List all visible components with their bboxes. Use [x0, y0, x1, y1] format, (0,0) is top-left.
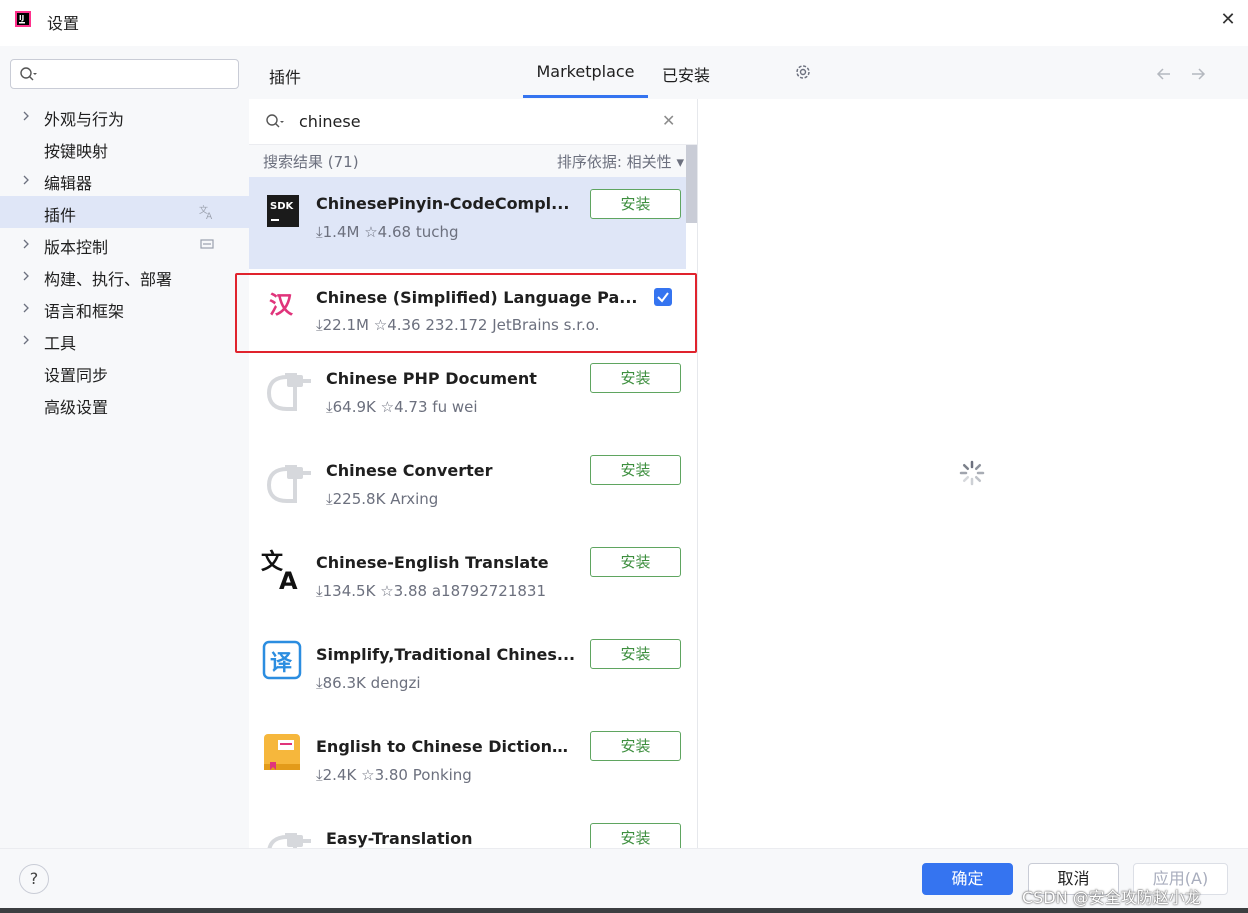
- loading-spinner-icon: [959, 460, 985, 486]
- sidebar-item-label: 外观与行为: [44, 110, 125, 129]
- plugin-search-bar[interactable]: chinese ✕: [249, 99, 697, 145]
- plugin-item[interactable]: Chinese Converter ⤓225.8K Arxing 安装: [249, 453, 686, 545]
- install-button[interactable]: 安装: [590, 363, 681, 393]
- sidebar-item-appearance[interactable]: 外观与行为: [0, 100, 249, 132]
- tab-marketplace[interactable]: Marketplace: [523, 62, 648, 98]
- chevron-right-icon: [23, 271, 29, 281]
- svg-text:A: A: [279, 567, 298, 591]
- plugin-item[interactable]: Easy-Translation 安装: [249, 821, 686, 848]
- plugin-name: English to Chinese Dictiona...: [316, 737, 578, 756]
- chevron-right-icon: [23, 111, 29, 121]
- sidebar-item-label: 高级设置: [44, 398, 109, 417]
- project-settings-icon: [200, 239, 214, 249]
- translate-icon: 文 A: [261, 549, 298, 591]
- sidebar-item-languages[interactable]: 语言和框架: [0, 292, 249, 324]
- plugin-list-panel: chinese ✕ 搜索结果 (71) 排序依据: 相关性 ▾ SDK Chin…: [249, 99, 698, 848]
- search-icon: [20, 67, 37, 81]
- svg-text:译: 译: [270, 651, 293, 676]
- chevron-right-icon: [23, 335, 29, 345]
- install-button[interactable]: 安装: [590, 823, 681, 848]
- plugin-name: Easy-Translation: [326, 829, 473, 848]
- plug-icon: [266, 373, 311, 411]
- sidebar-item-label: 编辑器: [44, 174, 93, 193]
- sidebar-item-keymap[interactable]: 按键映射: [0, 132, 249, 164]
- svg-text:IJ: IJ: [19, 14, 24, 22]
- settings-search-input[interactable]: [10, 59, 239, 89]
- svg-text:SDK: SDK: [270, 201, 295, 212]
- gear-icon[interactable]: [793, 62, 813, 82]
- plugin-item[interactable]: Chinese PHP Document ⤓64.9K ☆4.73 fu wei…: [249, 361, 686, 453]
- sidebar-item-editor[interactable]: 编辑器: [0, 164, 249, 196]
- plugin-meta: ⤓1.4M ☆4.68 tuchg: [316, 223, 459, 241]
- yi-char-icon: 译: [262, 640, 302, 680]
- plugin-item[interactable]: English to Chinese Dictiona... ⤓2.4K ☆3.…: [249, 729, 686, 821]
- chevron-right-icon: [23, 175, 29, 185]
- sidebar-item-label: 按键映射: [44, 142, 109, 161]
- plug-icon: [266, 465, 311, 503]
- book-icon: [264, 734, 300, 770]
- plugin-item[interactable]: SDK ChinesePinyin-CodeCompl... ⤓1.4M ☆4.…: [249, 177, 686, 269]
- plugin-meta: ⤓86.3K dengzi: [316, 674, 421, 692]
- chevron-right-icon: [23, 239, 29, 249]
- plugin-search-input[interactable]: chinese: [299, 112, 361, 131]
- plugin-meta: ⤓225.8K Arxing: [326, 490, 439, 508]
- window-close-button[interactable]: ✕: [1218, 10, 1238, 30]
- forward-arrow-icon[interactable]: [1188, 66, 1208, 82]
- plugin-item[interactable]: 文 A Chinese-English Translate ⤓134.5K ☆3…: [249, 545, 686, 637]
- plugin-name: Simplify,Traditional Chines...: [316, 645, 576, 664]
- sidebar-item-label: 版本控制: [44, 238, 109, 257]
- sidebar-item-advanced[interactable]: 高级设置: [0, 388, 249, 420]
- sidebar-item-label: 构建、执行、部署: [44, 270, 173, 289]
- sidebar-item-plugins[interactable]: 插件 文 A: [0, 196, 249, 228]
- watermark: CSDN @安全攻防赵小龙: [1022, 888, 1201, 907]
- plugin-name: Chinese Converter: [326, 461, 493, 480]
- search-icon: [266, 114, 284, 128]
- plugin-meta: ⤓134.5K ☆3.88 a18792721831: [316, 582, 546, 600]
- highlight-box: [235, 273, 697, 353]
- sidebar-item-label: 工具: [44, 334, 77, 353]
- page-title: 插件: [269, 68, 302, 87]
- translate-badge-icon: 文 A: [199, 204, 213, 220]
- list-scrollbar[interactable]: [686, 145, 697, 223]
- install-button[interactable]: 安装: [590, 455, 681, 485]
- sort-label: 排序依据: 相关性: [556, 153, 672, 171]
- install-button[interactable]: 安装: [590, 731, 681, 761]
- svg-text:A: A: [206, 212, 213, 220]
- sidebar-item-label: 设置同步: [44, 366, 109, 385]
- tab-installed[interactable]: 已安装: [662, 62, 710, 98]
- title-bar: IJ 设置 ✕: [0, 0, 1248, 40]
- plugin-meta: ⤓64.9K ☆4.73 fu wei: [326, 398, 478, 416]
- sidebar-item-settings-sync[interactable]: 设置同步: [0, 356, 249, 388]
- plugin-meta: ⤓2.4K ☆3.80 Ponking: [316, 766, 472, 784]
- plugin-name: Chinese PHP Document: [326, 369, 537, 388]
- window-title: 设置: [47, 14, 80, 33]
- window-bottom-edge: [0, 908, 1248, 913]
- sidebar-item-vcs[interactable]: 版本控制: [0, 228, 249, 260]
- plugins-header: 插件 Marketplace 已安装: [249, 46, 1248, 99]
- install-button[interactable]: 安装: [590, 547, 681, 577]
- sort-dropdown[interactable]: 排序依据: 相关性 ▾: [557, 151, 684, 172]
- chevron-right-icon: [23, 303, 29, 313]
- intellij-app-icon: IJ: [15, 11, 31, 27]
- results-count: 搜索结果 (71): [263, 153, 359, 171]
- clear-search-icon[interactable]: ✕: [662, 111, 678, 131]
- ok-button[interactable]: 确定: [922, 863, 1013, 895]
- plugin-details-panel: [698, 99, 1248, 848]
- plugin-name: ChinesePinyin-CodeCompl...: [316, 194, 570, 213]
- install-button[interactable]: 安装: [590, 189, 681, 219]
- results-summary: 搜索结果 (71) 排序依据: 相关性 ▾: [249, 145, 697, 177]
- back-arrow-icon[interactable]: [1154, 66, 1174, 82]
- plugin-name: Chinese-English Translate: [316, 553, 549, 572]
- sidebar-item-build[interactable]: 构建、执行、部署: [0, 260, 249, 292]
- help-button[interactable]: ?: [19, 864, 49, 894]
- sidebar-item-label: 插件: [44, 206, 77, 225]
- settings-sidebar: 外观与行为 按键映射 编辑器 插件 文 A 版本控制 构建、执行、部署 语言和框…: [0, 46, 249, 848]
- sidebar-item-tools[interactable]: 工具: [0, 324, 249, 356]
- sdk-icon: SDK: [267, 195, 299, 227]
- plug-icon: [267, 833, 311, 848]
- install-button[interactable]: 安装: [590, 639, 681, 669]
- sidebar-item-label: 语言和框架: [44, 302, 125, 321]
- plugin-item[interactable]: 译 Simplify,Traditional Chines... ⤓86.3K …: [249, 637, 686, 729]
